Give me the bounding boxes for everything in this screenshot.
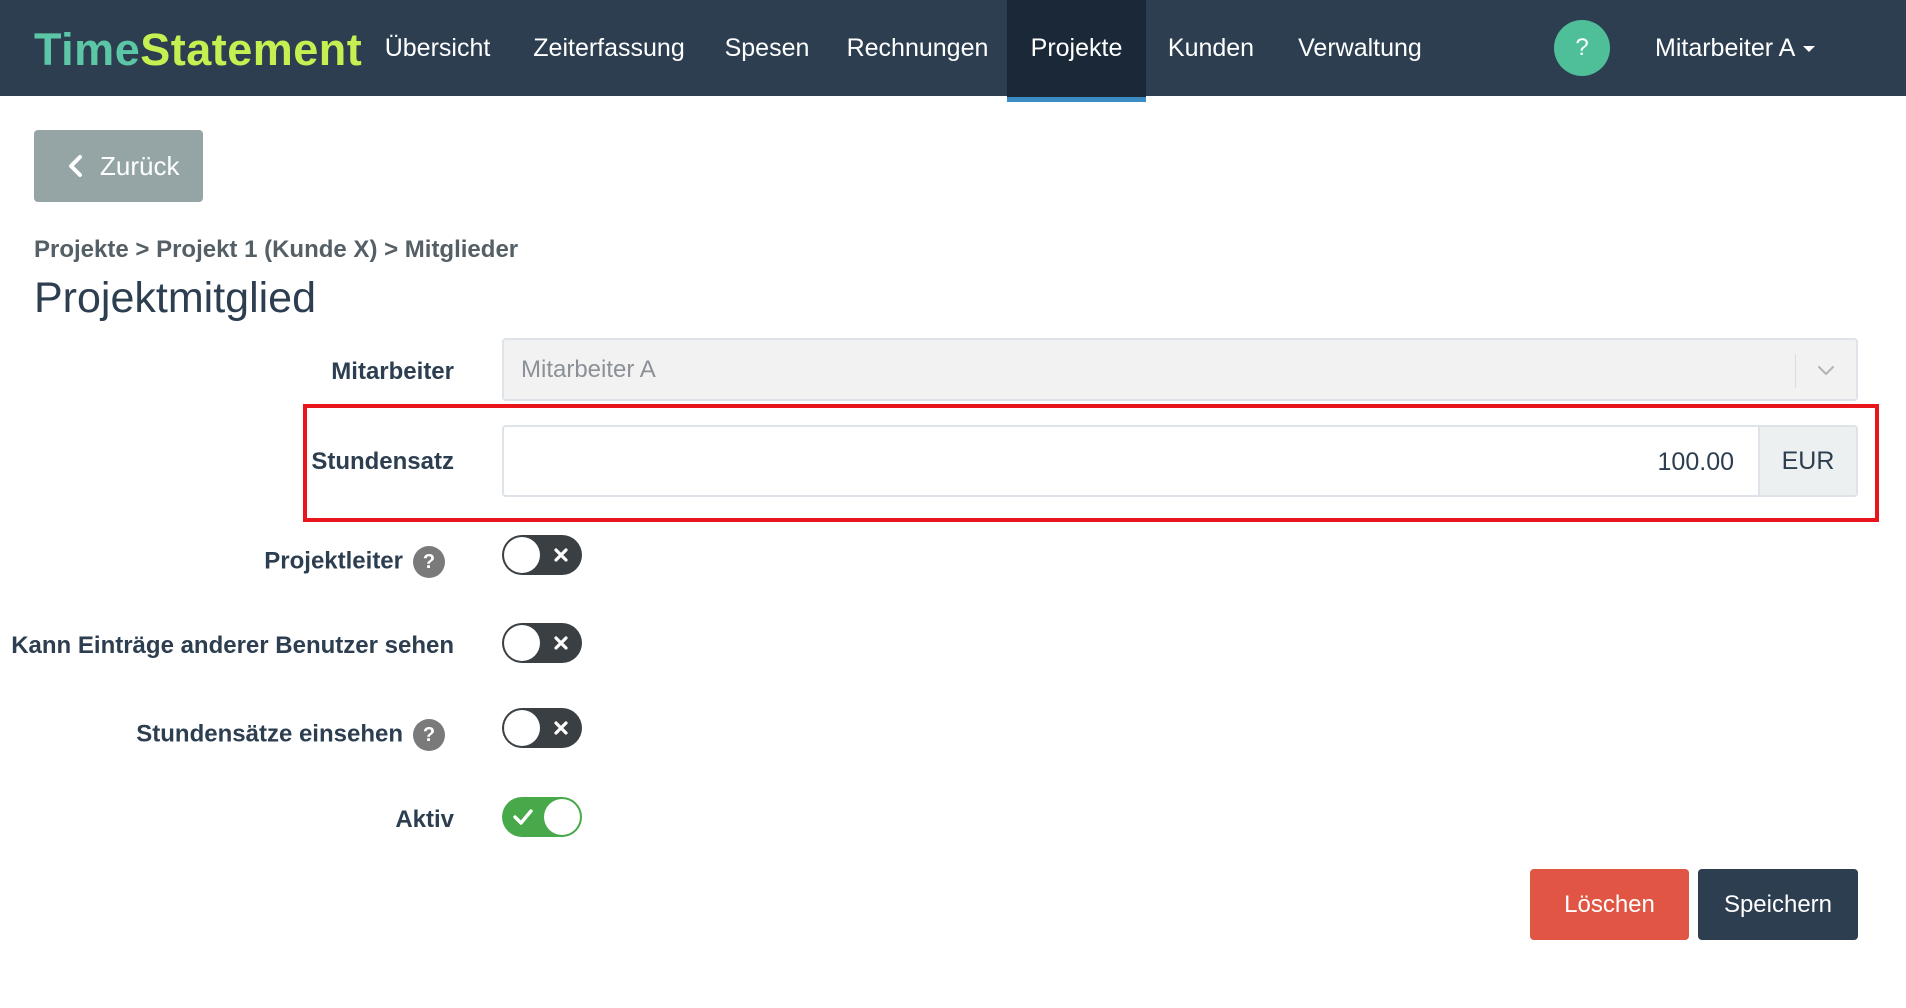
see-rates-label-text: Stundensätze einsehen	[136, 720, 403, 748]
help-button[interactable]: ?	[1554, 20, 1610, 76]
rate-input[interactable]: 100.00	[502, 425, 1760, 497]
toggle-knob	[504, 537, 540, 573]
select-divider	[1795, 354, 1796, 388]
brand-logo-part1: Time	[34, 24, 141, 75]
back-button-label: Zurück	[100, 151, 180, 181]
user-name: Mitarbeiter A	[1655, 34, 1796, 62]
caret-down-icon	[1803, 46, 1816, 53]
currency-addon: EUR	[1760, 425, 1858, 497]
project-lead-toggle[interactable]	[502, 535, 582, 575]
close-icon	[554, 721, 568, 735]
nav-rechnungen[interactable]: Rechnungen	[840, 0, 995, 96]
nav-kunden[interactable]: Kunden	[1158, 0, 1264, 96]
check-icon	[513, 809, 533, 825]
project-lead-label-text: Projektleiter	[264, 547, 403, 575]
active-toggle[interactable]	[502, 797, 582, 837]
chevron-down-icon	[1818, 366, 1834, 375]
nav-verwaltung[interactable]: Verwaltung	[1286, 0, 1434, 96]
see-others-label: Kann Einträge anderer Benutzer sehen	[11, 632, 454, 659]
toggle-knob	[544, 799, 580, 835]
rate-label: Stundensatz	[311, 448, 454, 475]
chevron-left-icon	[69, 155, 82, 177]
nav-projekte[interactable]: Projekte	[1007, 0, 1146, 102]
page-title: Projektmitglied	[34, 274, 316, 322]
question-icon[interactable]: ?	[413, 546, 445, 578]
project-lead-label: Projektleiter?	[264, 546, 445, 578]
nav-uebersicht[interactable]: Übersicht	[370, 0, 505, 96]
rate-input-value: 100.00	[1657, 448, 1734, 476]
toggle-knob	[504, 710, 540, 746]
user-menu[interactable]: Mitarbeiter A	[1655, 0, 1816, 96]
save-button[interactable]: Speichern	[1698, 869, 1858, 940]
see-others-toggle[interactable]	[502, 623, 582, 663]
delete-button[interactable]: Löschen	[1530, 869, 1689, 940]
see-rates-label: Stundensätze einsehen?	[136, 719, 445, 751]
nav-zeiterfassung[interactable]: Zeiterfassung	[524, 0, 694, 96]
employee-label: Mitarbeiter	[331, 358, 454, 385]
close-icon	[554, 548, 568, 562]
breadcrumb: Projekte > Projekt 1 (Kunde X) > Mitglie…	[34, 236, 519, 263]
toggle-knob	[504, 625, 540, 661]
nav-spesen[interactable]: Spesen	[713, 0, 821, 96]
back-button[interactable]: Zurück	[34, 130, 203, 202]
see-rates-toggle[interactable]	[502, 708, 582, 748]
close-icon	[554, 636, 568, 650]
active-label: Aktiv	[395, 806, 454, 833]
top-navbar: TimeStatement Übersicht Zeiterfassung Sp…	[0, 0, 1906, 102]
brand-logo-part2: Statement	[140, 24, 363, 75]
employee-select[interactable]: Mitarbeiter A	[502, 338, 1858, 401]
question-icon[interactable]: ?	[413, 719, 445, 751]
brand-logo[interactable]: TimeStatement	[34, 24, 362, 76]
employee-select-value: Mitarbeiter A	[521, 356, 656, 383]
